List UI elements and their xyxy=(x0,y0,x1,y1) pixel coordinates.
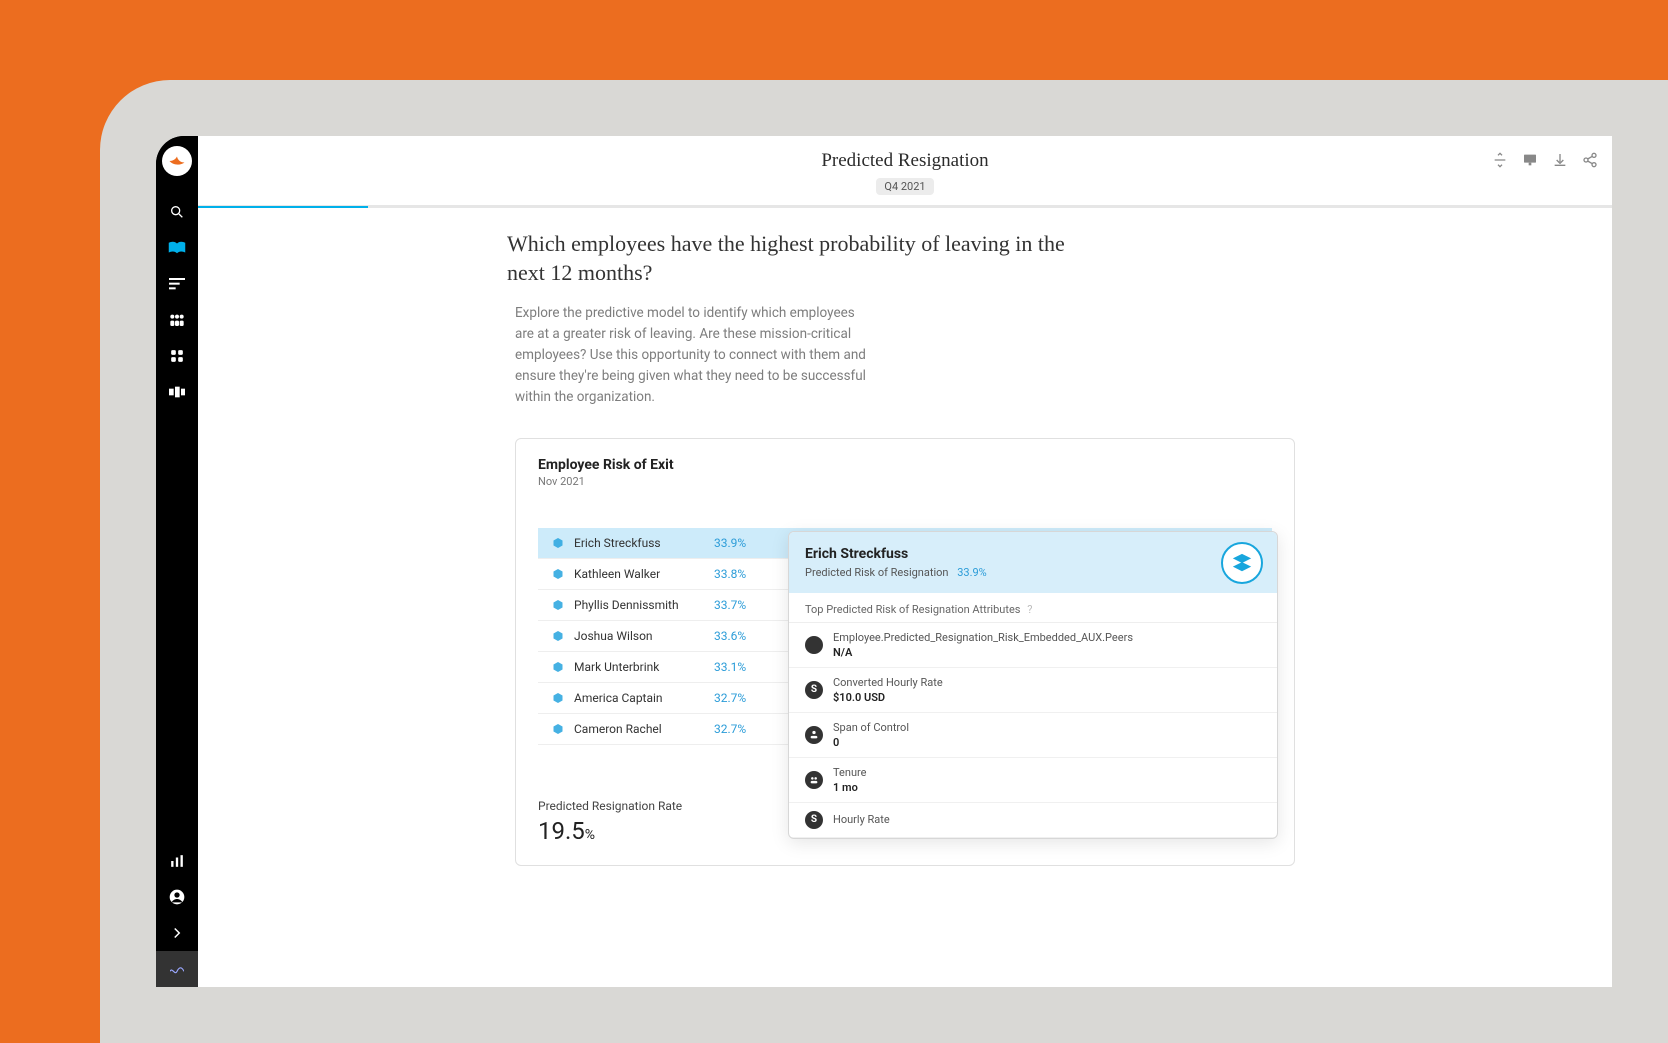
detail-subline: Predicted Risk of Resignation 33.9% xyxy=(805,566,1261,579)
app-main: Predicted Resignation Q4 2021 xyxy=(198,136,1612,987)
card-title: Employee Risk of Exit xyxy=(538,457,1272,473)
attr-value: 0 xyxy=(833,736,909,749)
employee-pct: 32.7% xyxy=(714,722,750,736)
layers-icon[interactable] xyxy=(1221,542,1263,584)
attr-value: 1 mo xyxy=(833,781,866,794)
screen: Predicted Resignation Q4 2021 xyxy=(156,136,1612,987)
cards-icon[interactable] xyxy=(156,374,198,410)
detail-sub-label: Predicted Risk of Resignation xyxy=(805,566,948,579)
attribute-row: Span of Control 0 xyxy=(789,713,1277,758)
page-title: Predicted Resignation xyxy=(198,150,1612,172)
employee-pct: 33.8% xyxy=(714,567,750,581)
intro-body: Explore the predictive model to identify… xyxy=(515,303,875,408)
device-frame: Predicted Resignation Q4 2021 xyxy=(100,80,1668,1043)
bird-icon xyxy=(168,152,186,170)
employee-name: Cameron Rachel xyxy=(574,722,714,736)
employee-pct: 33.7% xyxy=(714,598,750,612)
cube-icon xyxy=(552,568,564,580)
employee-name: Mark Unterbrink xyxy=(574,660,714,674)
attribute-row: S Hourly Rate xyxy=(789,803,1277,838)
account-icon[interactable] xyxy=(156,879,198,915)
page-header: Predicted Resignation Q4 2021 xyxy=(198,136,1612,206)
info-icon[interactable]: ? xyxy=(1027,603,1032,616)
attribute-row: Tenure 1 mo xyxy=(789,758,1277,803)
detail-section-label: Top Predicted Risk of Resignation Attrib… xyxy=(789,593,1277,623)
attr-key: Span of Control xyxy=(833,721,909,734)
attr-icon xyxy=(805,771,823,789)
search-icon[interactable] xyxy=(156,194,198,230)
present-icon[interactable] xyxy=(1522,152,1538,168)
cube-icon xyxy=(552,661,564,673)
attr-value: N/A xyxy=(833,646,1133,659)
header-actions xyxy=(1492,152,1598,168)
card-subtitle: Nov 2021 xyxy=(538,475,1272,488)
employee-name: America Captain xyxy=(574,691,714,705)
attr-icon: S xyxy=(805,811,823,829)
attr-icon: S xyxy=(805,681,823,699)
share-icon[interactable] xyxy=(1582,152,1598,168)
chevron-right-icon[interactable] xyxy=(156,915,198,951)
employee-pct: 33.9% xyxy=(714,536,750,550)
cube-icon xyxy=(552,630,564,642)
apps-icon[interactable] xyxy=(156,338,198,374)
intro-heading: Which employees have the highest probabi… xyxy=(507,230,1095,287)
cube-icon xyxy=(552,692,564,704)
download-icon[interactable] xyxy=(1552,152,1568,168)
chart-icon[interactable] xyxy=(156,843,198,879)
attr-key: Hourly Rate xyxy=(833,813,890,826)
employee-name: Erich Streckfuss xyxy=(574,536,714,550)
attr-value: $10.0 USD xyxy=(833,691,943,704)
collapse-icon[interactable] xyxy=(1492,152,1508,168)
employee-pct: 32.7% xyxy=(714,691,750,705)
attribute-row: S Converted Hourly Rate $10.0 USD xyxy=(789,668,1277,713)
attr-key: Tenure xyxy=(833,766,866,779)
people-icon[interactable] xyxy=(156,302,198,338)
employee-name: Joshua Wilson xyxy=(574,629,714,643)
sidebar xyxy=(156,136,198,987)
cube-icon xyxy=(552,723,564,735)
employee-name: Phyllis Dennissmith xyxy=(574,598,714,612)
attr-icon xyxy=(805,636,823,654)
employee-pct: 33.1% xyxy=(714,660,750,674)
risk-card: Employee Risk of Exit Nov 2021 Erich Str… xyxy=(515,438,1295,866)
attribute-row: Employee.Predicted_Resignation_Risk_Embe… xyxy=(789,623,1277,668)
detail-name: Erich Streckfuss xyxy=(805,546,1261,562)
attr-icon xyxy=(805,726,823,744)
detail-panel: Erich Streckfuss Predicted Risk of Resig… xyxy=(788,531,1278,839)
detail-header: Erich Streckfuss Predicted Risk of Resig… xyxy=(789,532,1277,593)
employee-name: Kathleen Walker xyxy=(574,567,714,581)
attr-key: Employee.Predicted_Resignation_Risk_Embe… xyxy=(833,631,1133,644)
employee-pct: 33.6% xyxy=(714,629,750,643)
wavy-icon[interactable] xyxy=(156,951,198,987)
app-scroll[interactable]: Which employees have the highest probabi… xyxy=(198,208,1612,987)
detail-sub-value: 33.9% xyxy=(957,566,987,579)
period-pill[interactable]: Q4 2021 xyxy=(876,178,933,195)
filter-icon[interactable] xyxy=(156,266,198,302)
cube-icon xyxy=(552,537,564,549)
brand-logo[interactable] xyxy=(162,146,192,176)
attr-key: Converted Hourly Rate xyxy=(833,676,943,689)
book-icon[interactable] xyxy=(156,230,198,266)
cube-icon xyxy=(552,599,564,611)
intro-copy: Which employees have the highest probabi… xyxy=(515,230,1295,408)
